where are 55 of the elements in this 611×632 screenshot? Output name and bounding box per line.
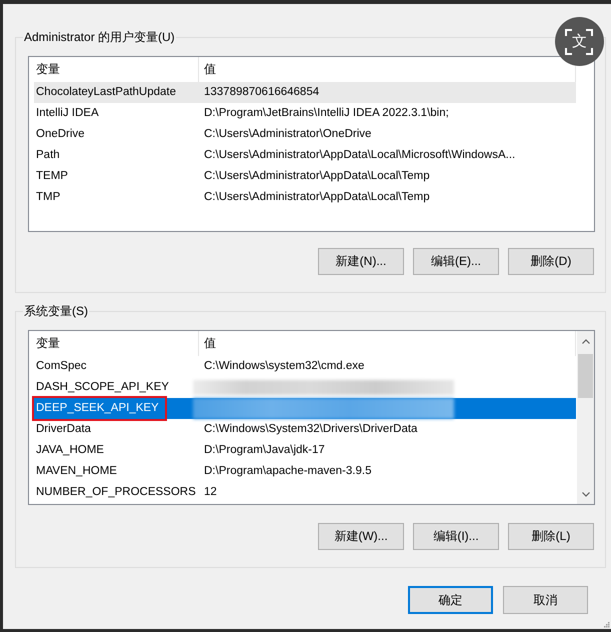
variable-name: DASH_SCOPE_API_KEY (36, 381, 169, 393)
variable-value: 12 (203, 485, 217, 500)
dialog-button[interactable]: 确定 (408, 586, 493, 614)
dialog-button[interactable]: 取消 (503, 586, 588, 614)
variable-name: TEMP (36, 170, 68, 182)
action-button[interactable]: 新建(N)... (318, 248, 404, 275)
variable-name: OneDrive (36, 128, 85, 140)
variable-value: D:\Program\Java\jdk-17 (203, 443, 325, 458)
action-button[interactable]: 删除(D) (508, 248, 594, 275)
variable-value: 133789870616646854 (203, 85, 320, 100)
chevron-down-icon (582, 492, 590, 496)
variable-value: D:\Program\JetBrains\IntelliJ IDEA 2022.3.1\bin; (203, 106, 449, 121)
list-row[interactable]: TMP C:\Users\Administrator\AppData\Local\Temp (34, 187, 576, 208)
variable-name: DEEP_SEEK_API_KEY (36, 402, 159, 414)
column-header[interactable]: 值 (199, 331, 576, 356)
variable-name: TMP (36, 191, 60, 203)
bracket-frame-icon (565, 29, 593, 55)
list-row[interactable]: OneDrive C:\Users\Administrator\OneDrive (34, 124, 576, 145)
action-button[interactable]: 编辑(I)... (413, 523, 499, 550)
scrollbar-thumb[interactable] (578, 354, 593, 398)
variable-value: C:\Windows\system32\cmd.exe (203, 359, 364, 374)
variable-value: C:\Users\Administrator\AppData\Local\Temp (203, 190, 430, 205)
action-button[interactable]: 删除(L) (508, 523, 594, 550)
variable-value: C:\Users\Administrator\AppData\Local\Microsoft\WindowsA... (203, 148, 516, 163)
variable-name: JAVA_HOME (36, 444, 104, 456)
list-row[interactable]: IntelliJ IDEA D:\Program\JetBrains\IntelliJ IDEA 2022.3.1\bin; (34, 103, 576, 124)
action-button[interactable]: 新建(W)... (318, 523, 404, 550)
variable-value: C:\Users\Administrator\OneDrive (203, 127, 372, 142)
variable-name: DriverData (36, 423, 91, 435)
variable-value: C:\Windows\System32\Drivers\DriverData (203, 422, 418, 437)
list-row[interactable]: ComSpec C:\Windows\system32\cmd.exe (34, 356, 576, 377)
variable-name: IntelliJ IDEA (36, 107, 99, 119)
group-title: 系统变量(S) (23, 303, 89, 319)
chevron-up-icon (582, 338, 590, 344)
list-row[interactable]: MAVEN_HOME D:\Program\apache-maven-3.9.5 (34, 461, 576, 482)
variable-name: Path (36, 149, 60, 161)
group-title: Administrator 的用户变量(U) (23, 29, 176, 45)
action-button[interactable]: 编辑(E)... (413, 248, 499, 275)
list-row[interactable]: DriverData C:\Windows\System32\Drivers\DriverData (34, 419, 576, 440)
variable-name: ChocolateyLastPathUpdate (36, 86, 176, 98)
variable-value: D:\Program\apache-maven-3.9.5 (203, 464, 372, 479)
variable-name: ComSpec (36, 360, 86, 372)
list-row[interactable]: JAVA_HOME D:\Program\Java\jdk-17 (34, 440, 576, 461)
list-row[interactable]: NUMBER_OF_PROCESSORS 12 (34, 482, 576, 503)
list-row[interactable]: DEEP_SEEK_API_KEY (34, 398, 576, 419)
list-row[interactable]: TEMP C:\Users\Administrator\AppData\Local\Temp (34, 166, 576, 187)
translate-button[interactable]: 文 (555, 17, 604, 66)
list-row[interactable]: ChocolateyLastPathUpdate 133789870616646854 (34, 82, 576, 103)
list-row[interactable]: Path C:\Users\Administrator\AppData\Local\Microsoft\WindowsA... (34, 145, 576, 166)
variable-value: C:\Users\Administrator\AppData\Local\Temp (203, 169, 430, 184)
variable-name: MAVEN_HOME (36, 465, 117, 477)
list-row[interactable]: DASH_SCOPE_API_KEY (34, 377, 576, 398)
variable-name: NUMBER_OF_PROCESSORS (36, 486, 196, 498)
size-grip-icon (604, 622, 610, 628)
column-header[interactable]: 变量 (29, 331, 199, 356)
